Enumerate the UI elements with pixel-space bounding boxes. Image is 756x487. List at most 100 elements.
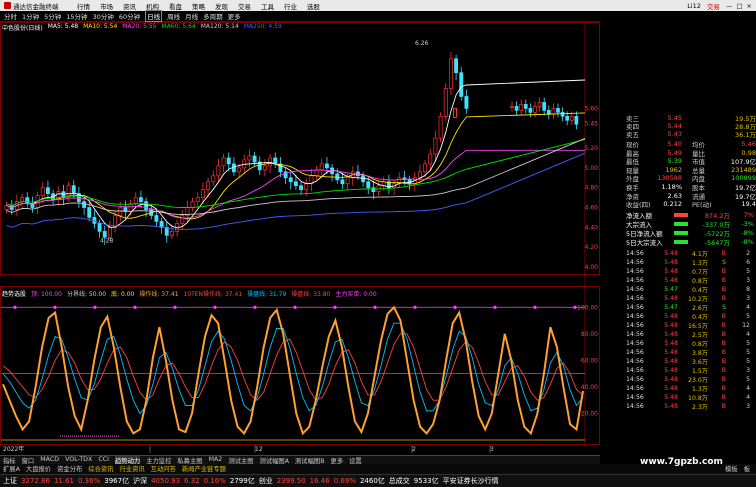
ask-label: 卖五 [626, 131, 639, 139]
period-4[interactable]: 30分钟 [93, 11, 114, 21]
stat-value: 19.4 [741, 200, 756, 209]
indicator-tab-7[interactable]: 私募主图 [177, 456, 202, 465]
trade-button[interactable]: 交易 [707, 1, 720, 11]
menu-item-2[interactable]: 资讯 [118, 1, 141, 11]
info-tab-6[interactable]: 新闻产业链专题 [182, 464, 226, 474]
tick-count: 5 [746, 339, 750, 347]
ask-vol: 36.1万 [735, 131, 756, 139]
indicator-tab-9[interactable]: 测试主图 [228, 456, 253, 465]
info-tab-5[interactable]: 互动问答 [151, 464, 176, 474]
menu-item-1[interactable]: 市场 [95, 1, 118, 11]
x-year-label: 2022年 [3, 445, 24, 453]
tick-price: 5.47 [664, 285, 678, 293]
menu-item-3[interactable]: 机构 [141, 1, 164, 11]
tick-row: 14:56 5.48 2.5万 B 4 [626, 330, 756, 339]
tick-price: 5.48 [664, 375, 678, 383]
top-marker [573, 305, 577, 309]
stat-value: 5.39 [667, 157, 682, 166]
info-tab-right-1[interactable]: 板 [744, 464, 750, 474]
candle-body [87, 207, 92, 218]
tick-vol: 0.4万 [691, 286, 708, 294]
menu-item-10[interactable]: 选股 [302, 1, 325, 11]
menu-item-5[interactable]: 策略 [187, 1, 210, 11]
period-10[interactable]: 更多 [228, 11, 241, 21]
close-icon[interactable]: × [747, 2, 752, 10]
indicator-tab-2[interactable]: MACD [40, 456, 59, 464]
status-item: 3272.86 [21, 477, 50, 485]
ask-price: 5.45 [667, 114, 682, 122]
period-9[interactable]: 多周期 [203, 11, 223, 21]
menu-item-8[interactable]: 工具 [256, 1, 279, 11]
period-7[interactable]: 周线 [167, 11, 180, 21]
flow-value: -5647万 [704, 238, 730, 247]
ind-tick: 80.00 [581, 331, 598, 338]
candle-body [221, 157, 226, 167]
tick-row: 14:56 5.48 0.4万 B 5 [626, 312, 756, 321]
info-tab-2[interactable]: 资金分布 [57, 464, 82, 474]
tick-time: 14:56 [626, 375, 644, 383]
indicator-tab-4[interactable]: CCI [98, 456, 109, 464]
tick-vol: 3.6万 [691, 358, 708, 366]
menu-item-0[interactable]: 行情 [72, 1, 95, 11]
period-0[interactable]: 分时 [4, 11, 17, 21]
info-tab-3[interactable]: 综合资讯 [88, 464, 113, 474]
maximize-icon[interactable]: □ [736, 2, 742, 10]
info-tab-4[interactable]: 行业资讯 [119, 464, 144, 474]
indicator-tab-5[interactable]: 趋势动力 [115, 456, 141, 465]
tick-row: 14:56 5.48 1.5万 B 3 [626, 366, 756, 375]
info-tab-right-0[interactable]: 模板 [725, 464, 738, 474]
tick-time: 14:56 [626, 249, 644, 257]
menu-item-4[interactable]: 看盘 [164, 1, 187, 11]
tick-count: 2 [746, 249, 750, 257]
indicator-tab-1[interactable]: 窗口 [22, 456, 35, 465]
period-6[interactable]: 日线 [145, 10, 163, 22]
tick-price: 5.48 [664, 267, 678, 275]
tick-vol: 4.1万 [691, 250, 708, 258]
period-1[interactable]: 1分钟 [22, 11, 39, 21]
account-label[interactable]: Li12 [687, 2, 701, 10]
flow-bar [674, 239, 688, 244]
indicator-tab-12[interactable]: 更多 [331, 456, 344, 465]
tick-row: 14:56 5.48 1.3万 B 4 [626, 384, 756, 393]
candle-body [519, 104, 524, 111]
menu-item-6[interactable]: 发现 [210, 1, 233, 11]
indicator-tab-8[interactable]: MA2 [209, 456, 223, 464]
menu-item-7[interactable]: 交易 [233, 1, 256, 11]
status-item: 平安证券长沙行情 [442, 477, 499, 485]
candle-body [159, 221, 164, 228]
period-2[interactable]: 5分钟 [44, 11, 61, 21]
tick-time: 14:56 [626, 258, 644, 266]
indicator-tab-6[interactable]: 主力监控 [146, 456, 171, 465]
info-tab-1[interactable]: 大盘报价 [26, 464, 51, 474]
chart-area[interactable]: 5.605.455.205.004.804.604.404.204.00100.… [0, 22, 600, 453]
minimize-icon[interactable]: — [726, 2, 733, 10]
tick-row: 14:56 5.48 1.3万 S 6 [626, 258, 756, 267]
menu-item-9[interactable]: 行业 [279, 1, 302, 11]
indicator-tab-0[interactable]: 指标 [3, 456, 16, 465]
info-tab-0[interactable]: 扩展A [3, 464, 20, 474]
top-marker [253, 305, 257, 309]
tick-vol: 2.6万 [691, 304, 708, 312]
status-bar: 上证 3272.86 11.61 0.36% 3967亿 沪深 4050.93 6.32 0.1… [0, 474, 756, 487]
top-marker [13, 305, 17, 309]
tick-price: 5.48 [664, 348, 678, 356]
tick-count: 5 [746, 312, 750, 320]
period-5[interactable]: 60分钟 [119, 11, 140, 21]
tick-row: 14:56 5.48 2.3万 B 3 [626, 402, 756, 411]
indicator-tab-11[interactable]: 测试幅图B [295, 456, 325, 465]
candle-body [154, 215, 159, 222]
indicator-tab-10[interactable]: 测试幅图A [260, 456, 290, 465]
top-marker [533, 305, 537, 309]
status-item: 0.69% [333, 477, 356, 485]
period-8[interactable]: 月线 [185, 11, 198, 21]
top-marker [333, 305, 337, 309]
candle-body [428, 153, 433, 165]
tick-time: 14:56 [626, 402, 644, 410]
indicator-tab-13[interactable]: 设置 [349, 456, 362, 465]
indicator-tabs: 指标 窗口 MACD VOL-TDX CCI 趋势动力 主力监控 私募主图 MA2 测试主图 测试幅… [0, 455, 600, 465]
ind_legend-item: 10TEN操作线: 37.41 [183, 291, 243, 298]
period-3[interactable]: 15分钟 [66, 11, 87, 21]
app-title: 通达信金融终端 [13, 2, 59, 11]
flow-bar [674, 230, 688, 235]
indicator-tab-3[interactable]: VOL-TDX [65, 456, 92, 464]
